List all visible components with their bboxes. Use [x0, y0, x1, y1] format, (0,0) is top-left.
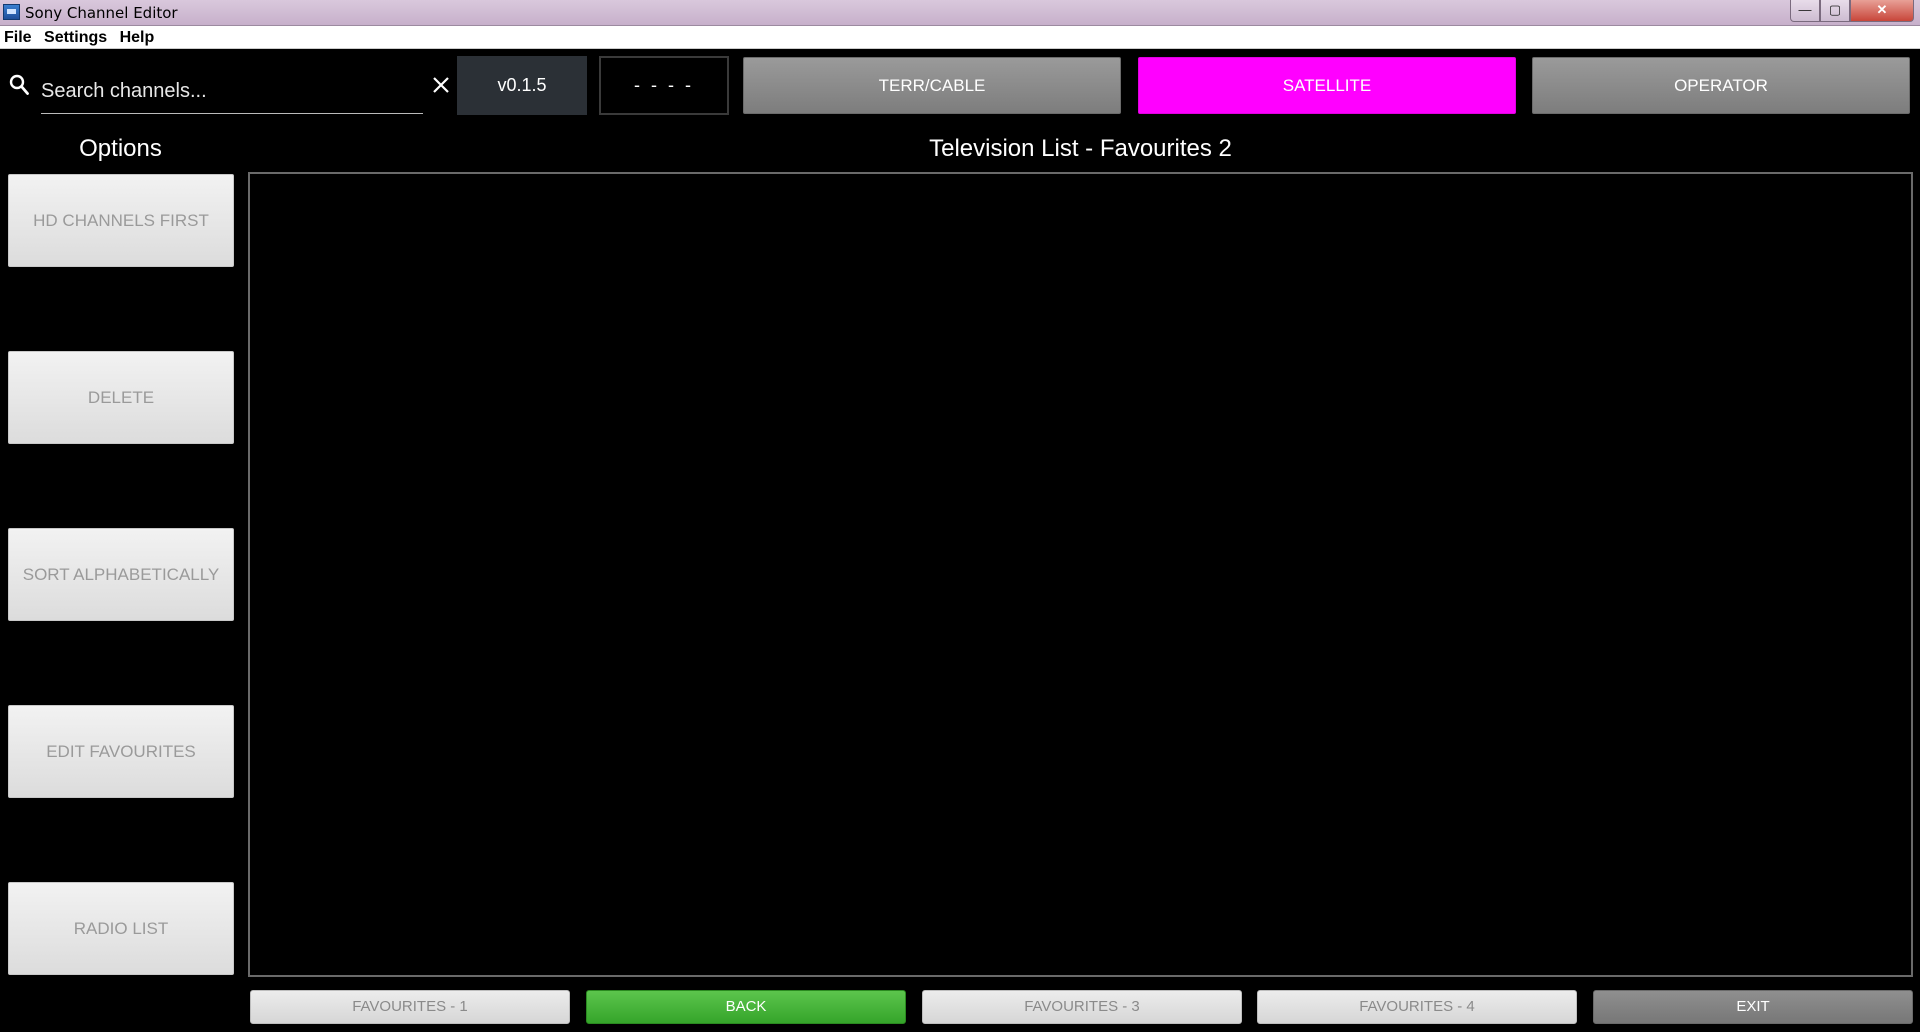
favourites-3-button[interactable]: FAVOURITES - 3 — [922, 990, 1242, 1024]
menu-bar: File Settings Help — [0, 26, 1920, 49]
list-title: Television List - Favourites 2 — [929, 135, 1232, 162]
search-icon — [9, 74, 29, 95]
edit-favourites-button[interactable]: EDIT FAVOURITES — [8, 705, 234, 798]
title-bar: Sony Channel Editor — ▢ ✕ — [0, 0, 1920, 26]
menu-file[interactable]: File — [0, 26, 36, 48]
menu-settings[interactable]: Settings — [40, 26, 111, 48]
channel-list[interactable] — [248, 172, 1913, 977]
favourites-4-button[interactable]: FAVOURITES - 4 — [1257, 990, 1577, 1024]
version-label: v0.1.5 — [457, 56, 587, 115]
status-display: - - - - — [599, 56, 729, 115]
sort-alphabetically-button[interactable]: SORT ALPHABETICALLY — [8, 528, 234, 621]
mode-satellite-button[interactable]: SATELLITE — [1138, 57, 1516, 114]
radio-list-button[interactable]: RADIO LIST — [8, 882, 234, 975]
maximize-button[interactable]: ▢ — [1820, 0, 1850, 22]
hd-channels-first-button[interactable]: HD CHANNELS FIRST — [8, 174, 234, 267]
mode-terr-cable-button[interactable]: TERR/CABLE — [743, 57, 1121, 114]
mode-operator-button[interactable]: OPERATOR — [1532, 57, 1910, 114]
options-heading: Options — [79, 135, 162, 162]
exit-button[interactable]: EXIT — [1593, 990, 1913, 1024]
clear-search-icon[interactable] — [432, 76, 450, 94]
back-button[interactable]: BACK — [586, 990, 906, 1024]
favourites-1-button[interactable]: FAVOURITES - 1 — [250, 990, 570, 1024]
close-button[interactable]: ✕ — [1850, 0, 1914, 22]
minimize-button[interactable]: — — [1790, 0, 1820, 22]
window-title: Sony Channel Editor — [25, 4, 178, 22]
menu-help[interactable]: Help — [116, 26, 159, 48]
search-input[interactable] — [41, 70, 423, 114]
app-icon — [3, 4, 20, 20]
delete-button[interactable]: DELETE — [8, 351, 234, 444]
